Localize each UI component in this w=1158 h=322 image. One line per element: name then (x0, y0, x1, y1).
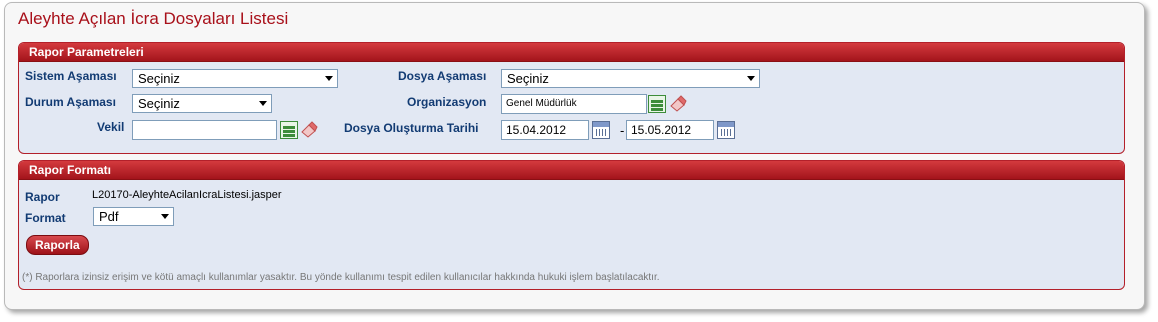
dosya-asamasi-label: Dosya Aşaması (398, 69, 487, 83)
dropdown-arrow-icon (259, 101, 267, 106)
durum-asamasi-value: Seçiniz (138, 96, 180, 111)
list-select-icon[interactable] (648, 95, 666, 113)
format-label: Format (25, 211, 66, 225)
report-parameters-header: Rapor Parametreleri (19, 43, 1124, 62)
legal-warning-note: (*) Raporlara izinsiz erişim ve kötü ama… (22, 272, 660, 283)
durum-asamasi-select[interactable]: Seçiniz (132, 94, 272, 113)
report-format-header: Rapor Formatı (19, 161, 1124, 180)
report-format-panel: Rapor Formatı (18, 160, 1125, 290)
organizasyon-label: Organizasyon (407, 95, 487, 109)
calendar-icon[interactable] (592, 121, 610, 139)
sistem-asamasi-label: Sistem Aşaması (25, 69, 117, 83)
eraser-icon[interactable] (669, 94, 687, 112)
dosya-olusturma-tarihi-label: Dosya Oluşturma Tarihi (344, 121, 479, 135)
rapor-label: Rapor (25, 190, 60, 204)
rapor-file-name: L20170-AleyhteAcilanIcraListesi.jasper (92, 189, 282, 201)
dosya-asamasi-select[interactable]: Seçiniz (501, 69, 760, 88)
format-select[interactable]: Pdf (93, 207, 174, 226)
dosya-asamasi-value: Seçiniz (507, 71, 549, 86)
date-range-separator: - (620, 123, 625, 138)
end-date-input[interactable]: 15.05.2012 (626, 120, 714, 140)
format-value: Pdf (99, 209, 119, 224)
dropdown-arrow-icon (747, 76, 755, 81)
list-select-icon[interactable] (280, 121, 298, 139)
vekil-input[interactable] (132, 120, 277, 140)
start-date-input[interactable]: 15.04.2012 (501, 120, 589, 140)
calendar-icon[interactable] (717, 121, 735, 139)
organizasyon-input[interactable]: Genel Müdürlük (501, 94, 647, 114)
sistem-asamasi-select[interactable]: Seçiniz (132, 69, 338, 88)
eraser-icon[interactable] (300, 120, 318, 138)
sistem-asamasi-value: Seçiniz (138, 71, 180, 86)
dropdown-arrow-icon (325, 76, 333, 81)
dropdown-arrow-icon (161, 214, 169, 219)
report-window: Aleyhte Açılan İcra Dosyaları Listesi Ra… (4, 2, 1145, 310)
vekil-label: Vekil (97, 120, 125, 134)
raporla-button[interactable]: Raporla (26, 235, 89, 255)
page-title: Aleyhte Açılan İcra Dosyaları Listesi (18, 9, 289, 28)
durum-asamasi-label: Durum Aşaması (25, 95, 116, 109)
